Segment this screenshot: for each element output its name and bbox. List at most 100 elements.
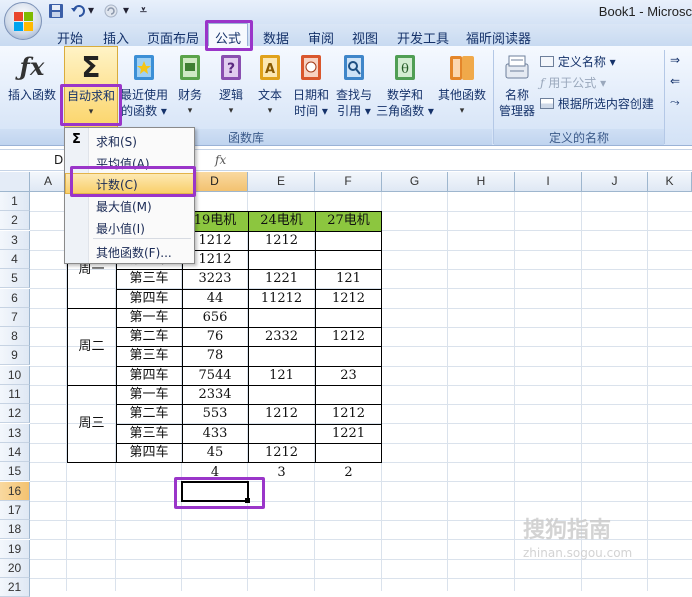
- row-header[interactable]: 20: [0, 559, 30, 578]
- name-manager-button[interactable]: 名称 管理器: [496, 46, 538, 128]
- more-functions-button[interactable]: 其他函数 ▾: [436, 46, 488, 128]
- count-cell-f[interactable]: 2: [315, 463, 382, 482]
- row-header[interactable]: 16: [0, 482, 30, 501]
- table-cell-e[interactable]: 1212: [248, 443, 315, 462]
- table-cell-d[interactable]: 78: [182, 346, 248, 365]
- table-cell-d[interactable]: 76: [182, 327, 248, 346]
- row-header[interactable]: 11: [0, 385, 30, 404]
- table-cell-f[interactable]: 121: [315, 269, 382, 288]
- row-header[interactable]: 15: [0, 462, 30, 481]
- row-header[interactable]: 10: [0, 366, 30, 385]
- group-label[interactable]: 周三: [67, 385, 116, 462]
- table-cell-e[interactable]: [248, 250, 315, 269]
- group-label[interactable]: 周二: [67, 308, 116, 385]
- row-header[interactable]: 8: [0, 327, 30, 346]
- table-cell-d[interactable]: 45: [182, 443, 248, 462]
- row-header[interactable]: 19: [0, 540, 30, 559]
- row-header[interactable]: 5: [0, 269, 30, 288]
- lookup-button[interactable]: 查找与 引用 ▾: [334, 46, 374, 128]
- row-header[interactable]: 7: [0, 308, 30, 327]
- row-header[interactable]: 12: [0, 404, 30, 423]
- undo-dropdown-icon[interactable]: ▾: [88, 3, 94, 21]
- row-header[interactable]: 13: [0, 424, 30, 443]
- col-header-h[interactable]: H: [448, 172, 515, 192]
- redo-icon[interactable]: [103, 3, 119, 19]
- table-cell-e[interactable]: 121: [248, 366, 315, 385]
- redo-dropdown-icon[interactable]: ▾: [123, 3, 129, 21]
- table-cell-e[interactable]: [248, 308, 315, 327]
- table-cell-car[interactable]: 第三车: [116, 269, 182, 288]
- text-button[interactable]: A 文本 ▾: [252, 46, 288, 128]
- row-header[interactable]: 18: [0, 520, 30, 539]
- row-header[interactable]: 14: [0, 443, 30, 462]
- menu-item-min[interactable]: 最小值(I): [65, 217, 194, 238]
- table-cell-f[interactable]: 1221: [315, 424, 382, 443]
- tab-view[interactable]: 视图: [352, 28, 378, 47]
- table-cell-car[interactable]: 第三车: [116, 346, 182, 365]
- menu-item-count[interactable]: 计数(C): [65, 173, 194, 194]
- table-cell-e[interactable]: [248, 346, 315, 365]
- table-cell-e[interactable]: 2332: [248, 327, 315, 346]
- table-cell-car[interactable]: 第二车: [116, 327, 182, 346]
- trace-precedents-icon[interactable]: ⇒: [670, 53, 680, 67]
- tab-insert[interactable]: 插入: [103, 28, 129, 47]
- table-cell-car[interactable]: 第一车: [116, 308, 182, 327]
- trace-dependents-icon[interactable]: ⇐: [670, 74, 680, 88]
- table-cell-car[interactable]: 第二车: [116, 404, 182, 423]
- col-header-k[interactable]: K: [648, 172, 692, 192]
- tab-foxit-reader[interactable]: 福昕阅读器: [466, 28, 531, 47]
- row-header[interactable]: 3: [0, 231, 30, 250]
- table-cell-e[interactable]: 1212: [248, 404, 315, 423]
- define-name-button[interactable]: 定义名称 ▾: [540, 53, 616, 70]
- table-cell-e[interactable]: 1221: [248, 269, 315, 288]
- table-cell-e[interactable]: 11212: [248, 289, 315, 308]
- menu-item-sum[interactable]: Σ 求和(S): [65, 130, 194, 151]
- table-cell-f[interactable]: [315, 308, 382, 327]
- insert-function-fx-icon[interactable]: fx: [215, 153, 226, 167]
- col-header-i[interactable]: I: [515, 172, 582, 192]
- table-cell-f[interactable]: 23: [315, 366, 382, 385]
- fill-handle[interactable]: [245, 498, 250, 503]
- math-trig-button[interactable]: θ 数学和 三角函数 ▾: [376, 46, 434, 128]
- table-cell-car[interactable]: 第三车: [116, 424, 182, 443]
- table-cell-f[interactable]: 1212: [315, 404, 382, 423]
- table-cell-f[interactable]: [315, 385, 382, 404]
- datetime-button[interactable]: 日期和 时间 ▾: [290, 46, 332, 128]
- row-header[interactable]: 2: [0, 211, 30, 230]
- undo-icon[interactable]: [70, 3, 86, 19]
- col-header-f[interactable]: F: [315, 172, 382, 192]
- financial-button[interactable]: 财务 ▾: [172, 46, 208, 128]
- recently-used-button[interactable]: 最近使用 的函数 ▾: [118, 46, 170, 128]
- autosum-button[interactable]: Σ 自动求和 ▾: [64, 46, 118, 128]
- insert-function-button[interactable]: ƒx 插入函数: [2, 46, 62, 128]
- count-cell-d[interactable]: 4: [182, 463, 248, 482]
- use-in-formula-button[interactable]: ƒ 用于公式 ▾: [540, 74, 606, 91]
- table-cell-f[interactable]: 1212: [315, 289, 382, 308]
- tab-formulas[interactable]: 公式: [208, 23, 249, 47]
- table-cell-f[interactable]: [315, 231, 382, 250]
- table-cell-e[interactable]: [248, 424, 315, 443]
- tab-data[interactable]: 数据: [263, 28, 289, 47]
- header-cell[interactable]: 24电机: [248, 211, 315, 230]
- tab-home[interactable]: 开始: [57, 28, 83, 47]
- logical-button[interactable]: ? 逻辑 ▾: [212, 46, 250, 128]
- menu-item-max[interactable]: 最大值(M): [65, 195, 194, 216]
- row-header[interactable]: 17: [0, 501, 30, 520]
- table-cell-d[interactable]: 44: [182, 289, 248, 308]
- col-header-a[interactable]: A: [30, 172, 67, 192]
- row-header[interactable]: 6: [0, 289, 30, 308]
- row-header[interactable]: 1: [0, 192, 30, 211]
- table-cell-f[interactable]: [315, 443, 382, 462]
- table-cell-d[interactable]: 656: [182, 308, 248, 327]
- table-cell-e[interactable]: 1212: [248, 231, 315, 250]
- create-from-selection-button[interactable]: 根据所选内容创建: [540, 95, 654, 112]
- row-header[interactable]: 4: [0, 250, 30, 269]
- select-all-corner[interactable]: [0, 172, 30, 192]
- table-cell-car[interactable]: 第四车: [116, 289, 182, 308]
- table-cell-f[interactable]: 1212: [315, 327, 382, 346]
- row-header[interactable]: 9: [0, 346, 30, 365]
- count-cell-e[interactable]: 3: [248, 463, 315, 482]
- table-cell-d[interactable]: 3223: [182, 269, 248, 288]
- row-header[interactable]: 21: [0, 578, 30, 597]
- table-cell-e[interactable]: [248, 385, 315, 404]
